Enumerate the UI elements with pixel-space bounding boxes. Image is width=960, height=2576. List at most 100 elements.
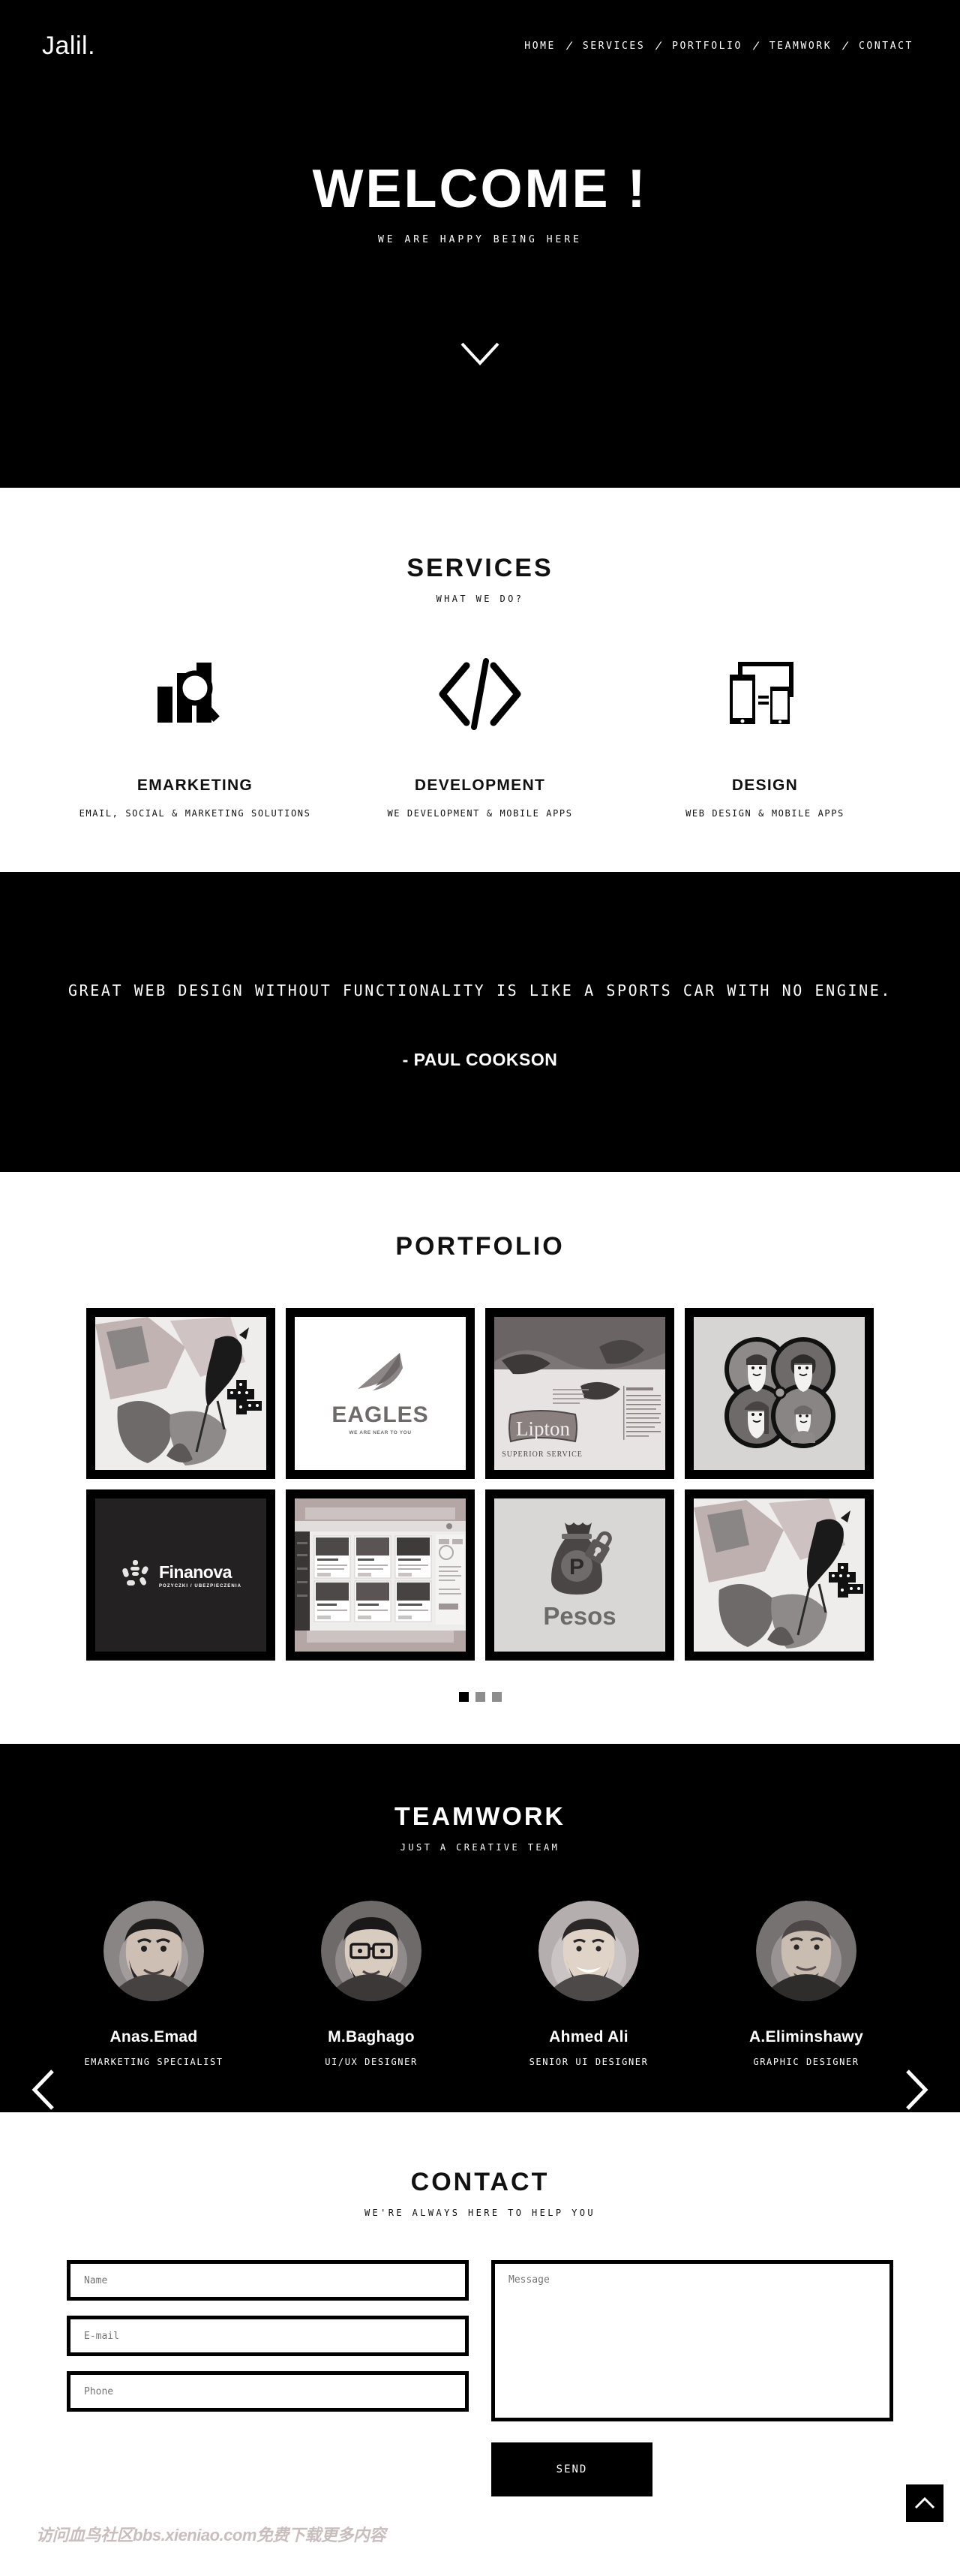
nav-separator: / bbox=[565, 41, 574, 52]
nav-separator: / bbox=[752, 41, 760, 52]
chevron-right-icon[interactable] bbox=[903, 2068, 930, 2115]
svg-text:Lipton: Lipton bbox=[516, 1417, 570, 1440]
portfolio-pagination bbox=[0, 1692, 960, 1702]
member-name: Ahmed Ali bbox=[549, 2028, 628, 2045]
member-name: A.Eliminshawy bbox=[748, 2028, 864, 2045]
phone-input[interactable] bbox=[67, 2371, 469, 2412]
contact-form: SEND bbox=[0, 2260, 960, 2496]
teamwork-subtitle: JUST A CREATIVE TEAM bbox=[400, 1842, 560, 1853]
main-nav: HOME / SERVICES / PORTFOLIO / TEAMWORK /… bbox=[520, 41, 918, 52]
lipton-ad: Lipton SUPERIOR SERVICE bbox=[494, 1317, 665, 1470]
member-role: EMARKETING SPECIALIST bbox=[84, 2057, 224, 2067]
avatar bbox=[538, 1901, 639, 2001]
nav-separator: / bbox=[654, 41, 663, 52]
portfolio-item[interactable]: P Pesos bbox=[485, 1489, 674, 1661]
chevron-down-icon[interactable] bbox=[460, 341, 500, 371]
team-member-card[interactable]: M.Baghago UI/UX DESIGNER bbox=[262, 1901, 480, 2067]
message-textarea[interactable] bbox=[491, 2260, 893, 2421]
contact-form-right-column: SEND bbox=[491, 2260, 893, 2496]
portfolio-item[interactable] bbox=[86, 1308, 275, 1479]
teamwork-header: TEAMWORK JUST A CREATIVE TEAM bbox=[0, 1802, 960, 1853]
team-member-card[interactable]: Anas.Emad EMARKETING SPECIALIST bbox=[45, 1901, 262, 2067]
services-subtitle: WHAT WE DO? bbox=[436, 594, 524, 604]
portfolio-section: PORTFOLIO EAGLES WE ARE NEAR TO YOU Lipt… bbox=[0, 1172, 960, 1744]
hero-section: Jalil. HOME / SERVICES / PORTFOLIO / TEA… bbox=[0, 0, 960, 488]
site-logo[interactable]: Jalil. bbox=[42, 32, 95, 61]
hero-title: WELCOME ! bbox=[312, 159, 648, 219]
send-button[interactable]: SEND bbox=[491, 2442, 652, 2496]
team-grid: Anas.Emad EMARKETING SPECIALIST M.Baghag… bbox=[0, 1901, 960, 2067]
family-avatars-illustration bbox=[694, 1317, 865, 1470]
portfolio-item[interactable] bbox=[685, 1308, 874, 1479]
code-brackets-icon bbox=[338, 655, 622, 733]
service-description: WEB DESIGN & MOBILE APPS bbox=[686, 808, 844, 819]
service-description: EMAIL, SOCIAL & MARKETING SOLUTIONS bbox=[79, 808, 311, 819]
website-mockup bbox=[295, 1498, 466, 1652]
nav-item-portfolio[interactable]: PORTFOLIO bbox=[668, 41, 747, 52]
svg-text:SUPERIOR SERVICE: SUPERIOR SERVICE bbox=[502, 1450, 583, 1459]
footer: 访问血鸟社区bbs.xieniao.com免费下载更多内容 bbox=[0, 2484, 960, 2550]
pagination-dot-2[interactable] bbox=[475, 1692, 485, 1702]
service-card-design[interactable]: DESIGN WEB DESIGN & MOBILE APPS bbox=[622, 655, 908, 819]
eagles-logo: EAGLES WE ARE NEAR TO YOU bbox=[295, 1317, 466, 1470]
portfolio-item[interactable] bbox=[685, 1489, 874, 1661]
member-name: Anas.Emad bbox=[110, 2028, 198, 2045]
portfolio-grid: EAGLES WE ARE NEAR TO YOU Lipton SUPERIO… bbox=[0, 1308, 960, 1661]
hero-subtitle: WE ARE HAPPY BEING HERE bbox=[377, 234, 582, 245]
quote-author: - PAUL COOKSON bbox=[402, 1049, 558, 1069]
services-title: SERVICES bbox=[406, 554, 554, 582]
nav-item-contact[interactable]: CONTACT bbox=[854, 41, 918, 52]
contact-subtitle: WE'RE ALWAYS HERE TO HELP YOU bbox=[364, 2208, 596, 2218]
nav-item-services[interactable]: SERVICES bbox=[578, 41, 650, 52]
portfolio-caption: Pesos bbox=[543, 1602, 616, 1630]
portfolio-sub-caption: POZYCZKI / UBEZPIECZENIA bbox=[158, 1583, 242, 1589]
service-name: EMARKETING bbox=[136, 777, 254, 794]
services-grid: EMARKETING EMAIL, SOCIAL & MARKETING SOL… bbox=[0, 655, 960, 819]
watermark-text: 访问血鸟社区bbs.xieniao.com免费下载更多内容 bbox=[36, 2526, 386, 2544]
service-card-emarketing[interactable]: EMARKETING EMAIL, SOCIAL & MARKETING SOL… bbox=[52, 655, 338, 819]
bird-flowers-artwork bbox=[95, 1317, 266, 1470]
nav-item-home[interactable]: HOME bbox=[520, 41, 560, 52]
pagination-dot-3[interactable] bbox=[491, 1692, 502, 1702]
contact-title: CONTACT bbox=[410, 2168, 550, 2196]
nav-separator: / bbox=[841, 41, 850, 52]
pesos-money-bag: P Pesos bbox=[494, 1498, 665, 1652]
email-input[interactable] bbox=[67, 2316, 469, 2356]
nav-item-teamwork[interactable]: TEAMWORK bbox=[765, 41, 836, 52]
member-role: SENIOR UI DESIGNER bbox=[529, 2057, 649, 2067]
finanova-logo: Finanova POZYCZKI / UBEZPIECZENIA bbox=[95, 1498, 266, 1652]
portfolio-item[interactable]: Finanova POZYCZKI / UBEZPIECZENIA bbox=[86, 1489, 275, 1661]
contact-form-left-column bbox=[67, 2260, 469, 2412]
portfolio-sub-caption: WE ARE NEAR TO YOU bbox=[349, 1430, 412, 1435]
chart-magnifier-icon bbox=[52, 655, 338, 733]
quote-text: GREAT WEB DESIGN WITHOUT FUNCTIONALITY I… bbox=[68, 981, 892, 999]
service-card-development[interactable]: DEVELOPMENT WE DEVELOPMENT & MOBILE APPS bbox=[338, 655, 622, 819]
chevron-left-icon[interactable] bbox=[30, 2068, 57, 2115]
teamwork-section: TEAMWORK JUST A CREATIVE TEAM Anas.Emad … bbox=[0, 1744, 960, 2112]
contact-header: CONTACT WE'RE ALWAYS HERE TO HELP YOU bbox=[0, 2168, 960, 2218]
portfolio-item[interactable] bbox=[286, 1489, 475, 1661]
portfolio-item[interactable]: Lipton SUPERIOR SERVICE bbox=[485, 1308, 674, 1479]
pagination-dot-1[interactable] bbox=[458, 1692, 469, 1702]
quote-section: GREAT WEB DESIGN WITHOUT FUNCTIONALITY I… bbox=[0, 872, 960, 1172]
member-name: M.Baghago bbox=[328, 2028, 415, 2045]
portfolio-caption: Finanova bbox=[158, 1562, 232, 1582]
portfolio-item[interactable]: EAGLES WE ARE NEAR TO YOU bbox=[286, 1308, 475, 1479]
portfolio-caption: EAGLES bbox=[332, 1402, 429, 1427]
member-role: GRAPHIC DESIGNER bbox=[753, 2057, 860, 2067]
team-member-card[interactable]: A.Eliminshawy GRAPHIC DESIGNER bbox=[698, 1901, 915, 2067]
member-role: UI/UX DESIGNER bbox=[325, 2057, 418, 2067]
chevron-up-icon[interactable] bbox=[906, 2484, 944, 2522]
teamwork-title: TEAMWORK bbox=[394, 1802, 566, 1831]
avatar bbox=[756, 1901, 856, 2001]
contact-section: CONTACT WE'RE ALWAYS HERE TO HELP YOU SE… bbox=[0, 2112, 960, 2550]
service-name: DESIGN bbox=[731, 777, 799, 794]
name-input[interactable] bbox=[67, 2260, 469, 2301]
services-header: SERVICES WHAT WE DO? bbox=[0, 554, 960, 604]
bird-flowers-artwork-2 bbox=[694, 1498, 865, 1652]
team-member-card[interactable]: Ahmed Ali SENIOR UI DESIGNER bbox=[480, 1901, 698, 2067]
service-description: WE DEVELOPMENT & MOBILE APPS bbox=[387, 808, 573, 819]
svg-text:P: P bbox=[569, 1555, 584, 1580]
services-section: SERVICES WHAT WE DO? EMARKETING EMAIL, S… bbox=[0, 488, 960, 872]
avatar bbox=[104, 1901, 204, 2001]
